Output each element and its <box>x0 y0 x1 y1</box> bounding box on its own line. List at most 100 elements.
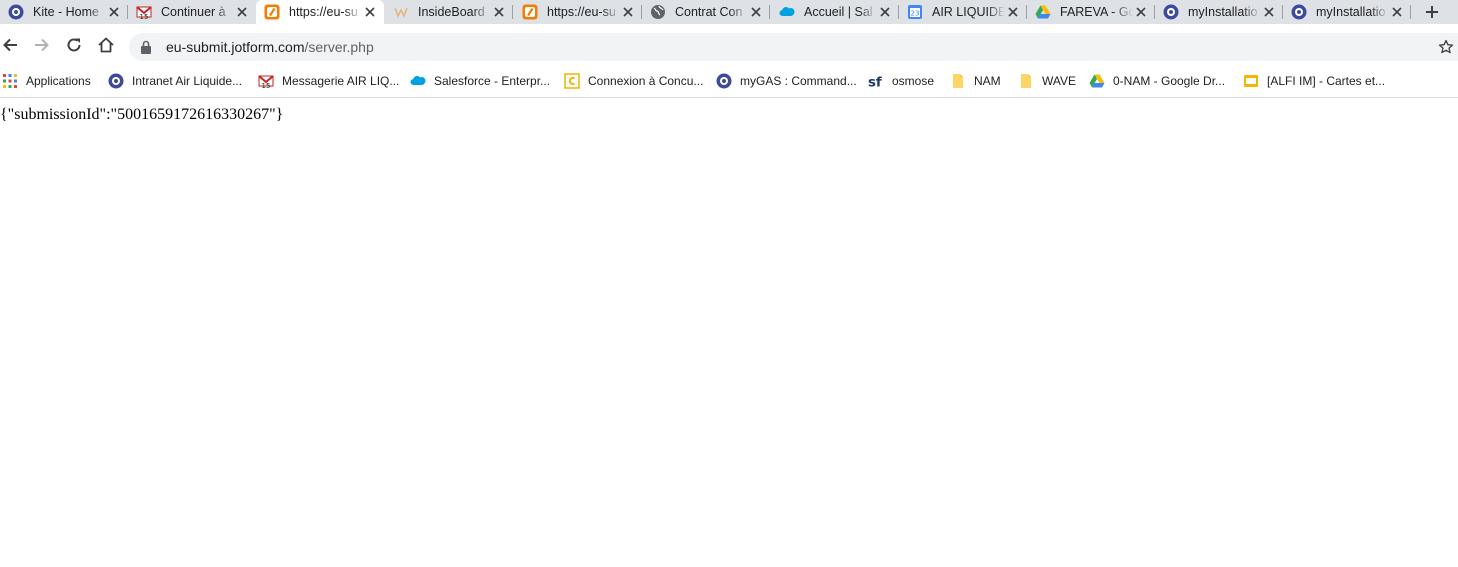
close-icon[interactable] <box>362 4 378 20</box>
slides-icon <box>1243 73 1259 89</box>
svg-text:23: 23 <box>911 10 920 18</box>
circle-q-icon <box>1291 4 1307 20</box>
close-icon[interactable] <box>106 4 122 20</box>
gmail-icon: 15 <box>258 73 274 89</box>
bookmark-label: 0-NAM - Google Dr... <box>1113 74 1226 88</box>
bookmark-label: osmose <box>892 74 935 88</box>
tab-7[interactable]: Accueil | Sal <box>771 0 899 24</box>
circle-q-icon <box>1163 4 1179 20</box>
close-icon[interactable] <box>1133 4 1149 20</box>
bookmark-4[interactable]: Salesforce - Enterpr... <box>410 70 550 92</box>
salesforce-icon <box>410 73 426 89</box>
bookmark-3[interactable]: 15 Messagerie AIR LIQ... <box>258 70 399 92</box>
tab-3[interactable]: https://eu-su <box>256 0 384 24</box>
svg-text:15: 15 <box>140 13 149 20</box>
url-path: /server.php <box>304 39 374 55</box>
plus-icon <box>1426 6 1438 18</box>
bookmark-11[interactable]: [ALFI IM] - Cartes et... <box>1243 70 1385 92</box>
apps-grid-icon <box>2 73 18 89</box>
tab-separator <box>512 5 513 19</box>
drive-icon <box>1035 4 1051 20</box>
salesforce-icon <box>779 4 795 20</box>
tab-title: Kite - Home <box>33 5 99 19</box>
forward-button[interactable] <box>30 33 54 57</box>
bookmark-7[interactable]: sf osmose <box>868 70 934 92</box>
bookmark-6[interactable]: myGAS : Command... <box>716 70 857 92</box>
tab-5[interactable]: https://eu-su <box>514 0 642 24</box>
bookmark-label: Intranet Air Liquide... <box>132 74 243 88</box>
back-button[interactable] <box>0 33 22 57</box>
bookmark-label: Applications <box>26 74 91 88</box>
gmail-icon: 15 <box>136 4 152 20</box>
close-icon[interactable] <box>620 4 636 20</box>
tab-1[interactable]: Kite - Home <box>0 0 128 24</box>
tab-title: myInstallatio <box>1188 5 1258 19</box>
reload-button[interactable] <box>62 33 86 57</box>
reload-icon <box>67 38 81 52</box>
svg-text:15: 15 <box>262 82 271 89</box>
jotform-icon <box>264 4 280 20</box>
note-icon <box>1018 73 1034 89</box>
tab-title: InsideBoard <box>418 5 485 19</box>
tab-6[interactable]: Contrat Con <box>642 0 770 24</box>
insideboard-icon <box>393 4 409 20</box>
tab-strip: Kite - Home 15 Continuer à https://eu-su Ins… <box>0 0 1458 24</box>
home-button[interactable] <box>94 33 118 57</box>
tab-2[interactable]: 15 Continuer à <box>128 0 256 24</box>
jotform-icon <box>522 4 538 20</box>
address-url[interactable]: eu-submit.jotform.com/server.php <box>166 39 374 55</box>
bookmark-label: [ALFI IM] - Cartes et... <box>1267 74 1386 88</box>
circle-q-icon <box>716 73 732 89</box>
home-icon <box>98 37 114 53</box>
close-icon[interactable] <box>234 4 250 20</box>
address-bar[interactable]: eu-submit.jotform.com/server.php <box>129 33 1458 61</box>
new-tab-button[interactable] <box>1420 0 1444 24</box>
close-icon[interactable] <box>1389 4 1405 20</box>
tab-10[interactable]: myInstallatio <box>1155 0 1283 24</box>
tab-9[interactable]: FAREVA - Go <box>1027 0 1155 24</box>
globe-icon <box>650 4 666 20</box>
bookmark-label: Connexion à Concu... <box>588 74 704 88</box>
calendar-icon: 23 <box>907 4 923 20</box>
bookmark-5[interactable]: Connexion à Concu... <box>564 70 703 92</box>
tab-11[interactable]: myInstallatio <box>1283 0 1411 24</box>
arrow-right-icon <box>35 38 49 52</box>
bookmark-label: Messagerie AIR LIQ... <box>282 74 400 88</box>
tab-title: FAREVA - Go <box>1060 5 1133 19</box>
close-icon[interactable] <box>1005 4 1021 20</box>
circle-q-icon <box>108 73 124 89</box>
concur-icon <box>564 73 580 89</box>
tab-4[interactable]: InsideBoard <box>385 0 513 24</box>
bookmark-2[interactable]: Intranet Air Liquide... <box>108 70 242 92</box>
svg-text:sf: sf <box>868 75 882 89</box>
bookmark-label: NAM <box>974 74 1001 88</box>
tab-separator <box>1410 5 1411 19</box>
tab-8[interactable]: 23 AIR LIQUIDE <box>899 0 1027 24</box>
circle-q-icon <box>8 4 24 20</box>
tab-title: AIR LIQUIDE <box>932 5 1005 19</box>
bookmark-9[interactable]: WAVE <box>1018 70 1076 92</box>
note-icon <box>950 73 966 89</box>
json-response-text: {"submissionId":"5001659172616330267"} <box>0 106 284 123</box>
close-icon[interactable] <box>491 4 507 20</box>
tab-title: myInstallatio <box>1316 5 1386 19</box>
bookmark-label: myGAS : Command... <box>740 74 857 88</box>
lock-icon <box>139 40 153 54</box>
tab-title: https://eu-su <box>547 5 616 19</box>
bookmark-10[interactable]: 0-NAM - Google Dr... <box>1089 70 1225 92</box>
bookmark-label: WAVE <box>1042 74 1077 88</box>
tab-separator <box>769 5 770 19</box>
bookmark-star-icon[interactable] <box>1438 39 1454 55</box>
close-icon[interactable] <box>877 4 893 20</box>
close-icon[interactable] <box>748 4 764 20</box>
tab-title: Accueil | Sal <box>804 5 873 19</box>
drive-icon <box>1089 73 1105 89</box>
close-icon[interactable] <box>1261 4 1277 20</box>
tab-title: Contrat Con <box>675 5 743 19</box>
bookmark-1[interactable]: Applications <box>2 70 91 92</box>
arrow-left-icon <box>3 38 17 52</box>
bookmark-label: Salesforce - Enterpr... <box>434 74 551 88</box>
bookmarks-bar: Applications Intranet Air Liquide... 15 Mes… <box>0 66 1458 98</box>
bookmark-8[interactable]: NAM <box>950 70 1001 92</box>
tab-title: https://eu-su <box>289 5 358 19</box>
